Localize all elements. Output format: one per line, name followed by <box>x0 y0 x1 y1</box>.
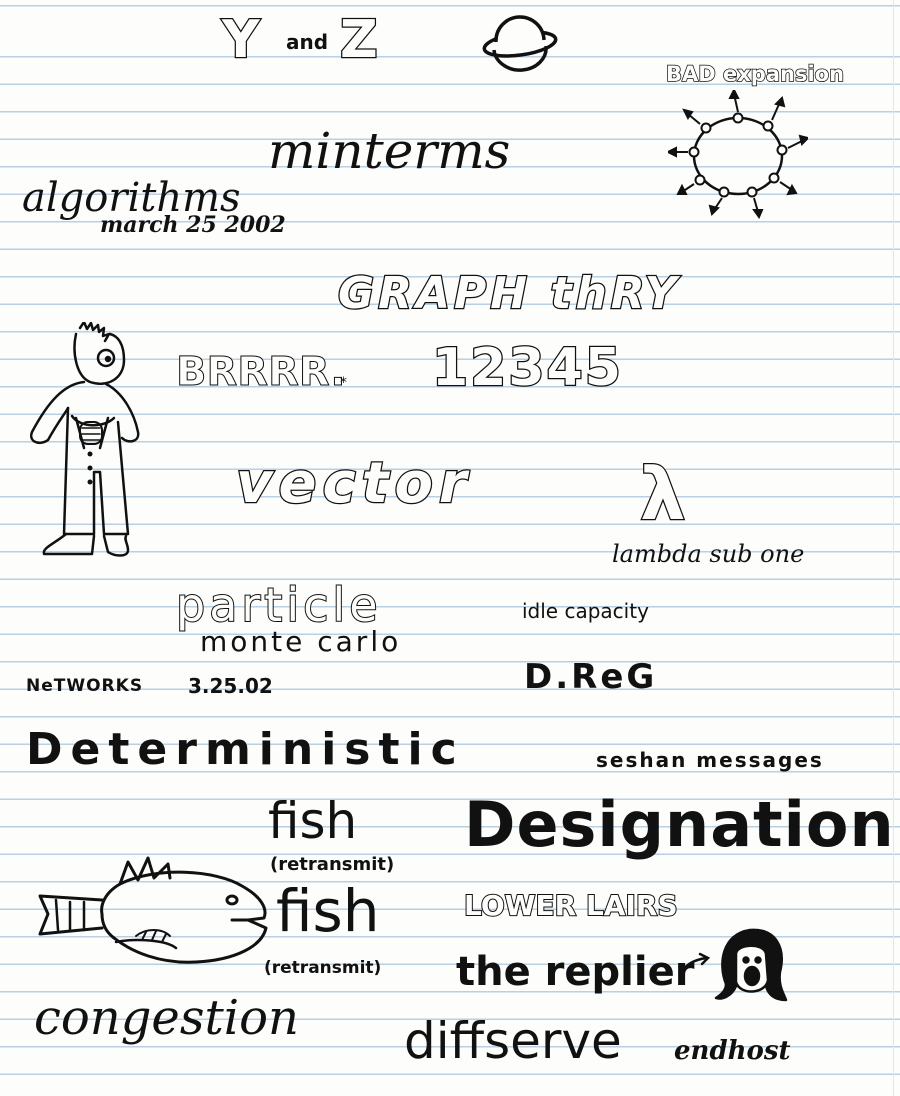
word-diffserve: diffserve <box>404 1012 622 1070</box>
word-congestion: congestion <box>34 990 299 1046</box>
word-minterms: minterms <box>268 122 511 180</box>
word-dreg: D.ReG <box>524 657 658 697</box>
word-idle-capacity: idle capacity <box>522 599 649 623</box>
word-brrrr-star: * <box>340 375 347 391</box>
page-edge <box>893 0 894 1096</box>
person-doodle <box>29 322 140 557</box>
word-z: Z <box>339 10 379 70</box>
word-deterministic: Deterministic <box>26 724 465 775</box>
expansion-graph-diagram <box>668 90 808 220</box>
notebook-page: Y and Z BAD expansion minterms algorithm… <box>0 0 900 1096</box>
word-bad-expansion: BAD expansion <box>665 62 845 86</box>
word-seshan-messages: seshan messages <box>596 748 824 772</box>
word-12345: 12345 <box>431 338 623 398</box>
date-long: march 25 2002 <box>100 212 286 238</box>
word-fish-2: fish <box>276 877 380 945</box>
word-brrrr: BRRRR. <box>176 349 347 395</box>
word-fish-1: fish <box>268 792 358 850</box>
word-designation: Designation <box>464 788 895 861</box>
word-vector: vector <box>235 451 473 516</box>
word-networks: NeTWORKS <box>26 676 144 696</box>
planet-icon <box>482 15 558 72</box>
word-lower-lairs: LOWER LAIRS <box>463 889 679 922</box>
word-lambda-caption: lambda sub one <box>612 540 805 568</box>
word-endhost: endhost <box>674 1036 791 1066</box>
word-monte-carlo: monte carlo <box>200 625 402 658</box>
lambda-symbol: λ <box>639 452 687 536</box>
word-retransmit-1: (retransmit) <box>270 854 395 875</box>
fish-doodle <box>38 856 268 964</box>
date-short: 3.25.02 <box>188 674 273 698</box>
replier-face-doodle <box>714 928 788 1002</box>
word-graph-thry: GRAPH thRY <box>337 268 681 319</box>
arrow-icon <box>678 952 711 976</box>
word-retransmit-2: (retransmit) <box>264 958 382 978</box>
word-the-replier: the replier <box>456 949 695 995</box>
word-and: and <box>286 30 329 54</box>
word-particle: particle <box>175 578 382 632</box>
word-y: Y <box>221 10 261 70</box>
